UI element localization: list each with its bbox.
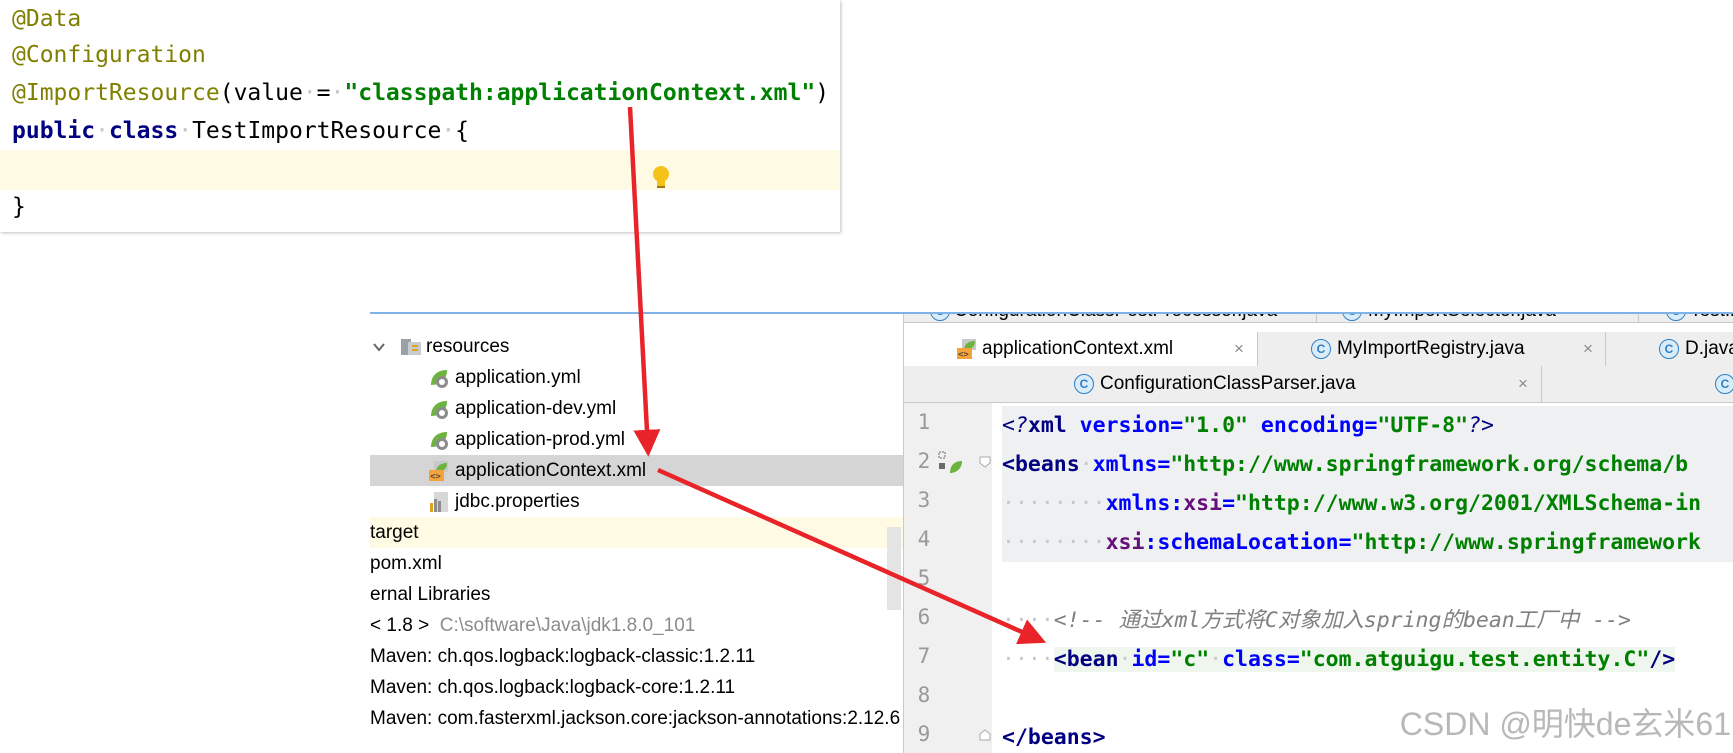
lightbulb-icon[interactable] <box>651 164 671 192</box>
line-number: 8 <box>917 683 931 707</box>
tree-item-pom-xml[interactable]: pom.xml <box>370 548 903 579</box>
class-icon: C <box>1074 374 1094 394</box>
tab-configurationclassparser[interactable]: C ConfigurationClassParser.java × <box>904 366 1542 402</box>
close-icon[interactable]: × <box>1296 314 1306 321</box>
line-number: 7 <box>917 644 931 668</box>
code-line-3: @ImportResource(value·=·"classpath:appli… <box>12 80 830 106</box>
line-number: 4 <box>917 527 931 551</box>
line-number: 9 <box>917 722 931 746</box>
spring-config-icon <box>431 401 448 419</box>
tree-item-external-libraries[interactable]: ernal Libraries <box>370 579 903 610</box>
svg-text:<>: <> <box>958 350 969 360</box>
class-icon: C <box>930 314 950 321</box>
caret-line-highlight <box>0 150 840 190</box>
tree-item-maven-jackson-annotations[interactable]: Maven: com.fasterxml.jackson.core:jackso… <box>370 703 903 734</box>
spring-xml-icon: <> <box>429 461 448 482</box>
xml-line-1: <?xml version="1.0" encoding="UTF-8"?> <box>1002 406 1733 445</box>
tree-item-application-prod-yml[interactable]: application-prod.yml <box>370 424 903 455</box>
tree-scrollbar[interactable] <box>887 527 901 610</box>
code-line-6: } <box>12 194 26 220</box>
close-icon[interactable]: × <box>1518 374 1528 394</box>
tree-item-maven-logback-classic[interactable]: Maven: ch.qos.logback:logback-classic:1.… <box>370 641 903 672</box>
line-number: 5 <box>917 566 931 590</box>
tab-myimportregistry[interactable]: C MyImportRegistry.java × <box>1257 332 1606 366</box>
tree-item-applicationcontext-xml[interactable]: <> applicationContext.xml <box>370 455 903 486</box>
spring-config-icon <box>431 432 448 450</box>
spring-config-icon <box>431 370 448 388</box>
project-tree: resources application.yml application-de… <box>370 314 904 753</box>
xml-line-4: ········xsi:schemaLocation="http://www.s… <box>1002 523 1733 562</box>
tab-configurationclasspostprocessor[interactable]: C ConfigurationClassPostProcessor.java × <box>904 314 1317 322</box>
xml-line-9: </beans> <box>1002 725 1106 750</box>
line-number: 3 <box>917 488 931 512</box>
xml-line-7: ····<bean·id="c"·class="com.atguigu.test… <box>1002 647 1676 672</box>
class-icon: C <box>1666 314 1686 321</box>
tab-hidden[interactable]: C <box>1541 366 1733 402</box>
tab-row-bottom: C ConfigurationClassParser.java × C <box>904 366 1733 403</box>
tree-item-target[interactable]: target <box>370 517 903 548</box>
spring-xml-icon: <> <box>957 339 976 360</box>
class-icon: C <box>1342 314 1362 321</box>
code-line-2: @Configuration <box>12 42 206 68</box>
tree-item-jdbc-properties[interactable]: jdbc.properties <box>370 486 903 517</box>
tab-row-top: C ConfigurationClassPostProcessor.java ×… <box>904 314 1733 323</box>
editor-pane: C ConfigurationClassPostProcessor.java ×… <box>904 314 1733 753</box>
close-icon[interactable]: × <box>1234 339 1244 359</box>
line-number: 6 <box>917 605 931 629</box>
line-number: 1 <box>917 410 931 434</box>
xml-line-6: ····<!-- 通过xml方式将C对象加入spring的bean工厂中 --> <box>1002 608 1631 633</box>
class-icon: C <box>1311 339 1331 359</box>
close-icon[interactable]: × <box>1616 314 1626 321</box>
svg-text:<>: <> <box>430 472 441 482</box>
tree-item-resources[interactable]: resources <box>370 331 903 362</box>
csdn-watermark: CSDN @明快de玄米61 <box>1399 706 1731 742</box>
fold-icon[interactable] <box>978 728 992 742</box>
class-icon: C <box>1659 339 1679 359</box>
tab-row-middle: <> applicationContext.xml × C MyImportRe… <box>904 332 1733 367</box>
code-line-1: @Data <box>12 6 82 32</box>
code-line-4: public·class·TestImportResource·{ <box>12 118 470 144</box>
xml-line-3: ········xmlns:xsi="http://www.w3.org/200… <box>1002 484 1733 523</box>
bean-gutter-icon[interactable] <box>938 451 964 475</box>
tree-item-maven-logback-core[interactable]: Maven: ch.qos.logback:logback-core:1.2.1… <box>370 672 903 703</box>
tab-myimportselector[interactable]: C MyImportSelector.java × <box>1316 314 1639 322</box>
tab-d-java[interactable]: C D.java <box>1605 332 1733 366</box>
tab-applicationcontext-xml[interactable]: <> applicationContext.xml × <box>904 332 1258 366</box>
fold-icon[interactable] <box>978 455 992 469</box>
chevron-down-icon[interactable] <box>372 340 386 354</box>
xml-line-2: <beans·xmlns="http://www.springframework… <box>1002 445 1733 484</box>
close-icon[interactable]: × <box>1583 339 1593 359</box>
class-icon: C <box>1715 374 1733 394</box>
resources-folder-icon <box>401 339 421 355</box>
properties-file-icon <box>430 492 448 512</box>
line-gutter: 1 2 3 4 5 6 7 8 9 <box>904 403 992 753</box>
tree-item-jdk[interactable]: < 1.8 > C:\software\Java\jdk1.8.0_101 <box>370 610 903 641</box>
tree-item-application-yml[interactable]: application.yml <box>370 362 903 393</box>
tree-item-application-dev-yml[interactable]: application-dev.yml <box>370 393 903 424</box>
tab-testimpo[interactable]: C TestImpo <box>1638 314 1733 322</box>
java-code-snippet: @Data @Configuration @ImportResource(val… <box>0 0 840 232</box>
ide-window: resources application.yml application-de… <box>370 312 1733 753</box>
